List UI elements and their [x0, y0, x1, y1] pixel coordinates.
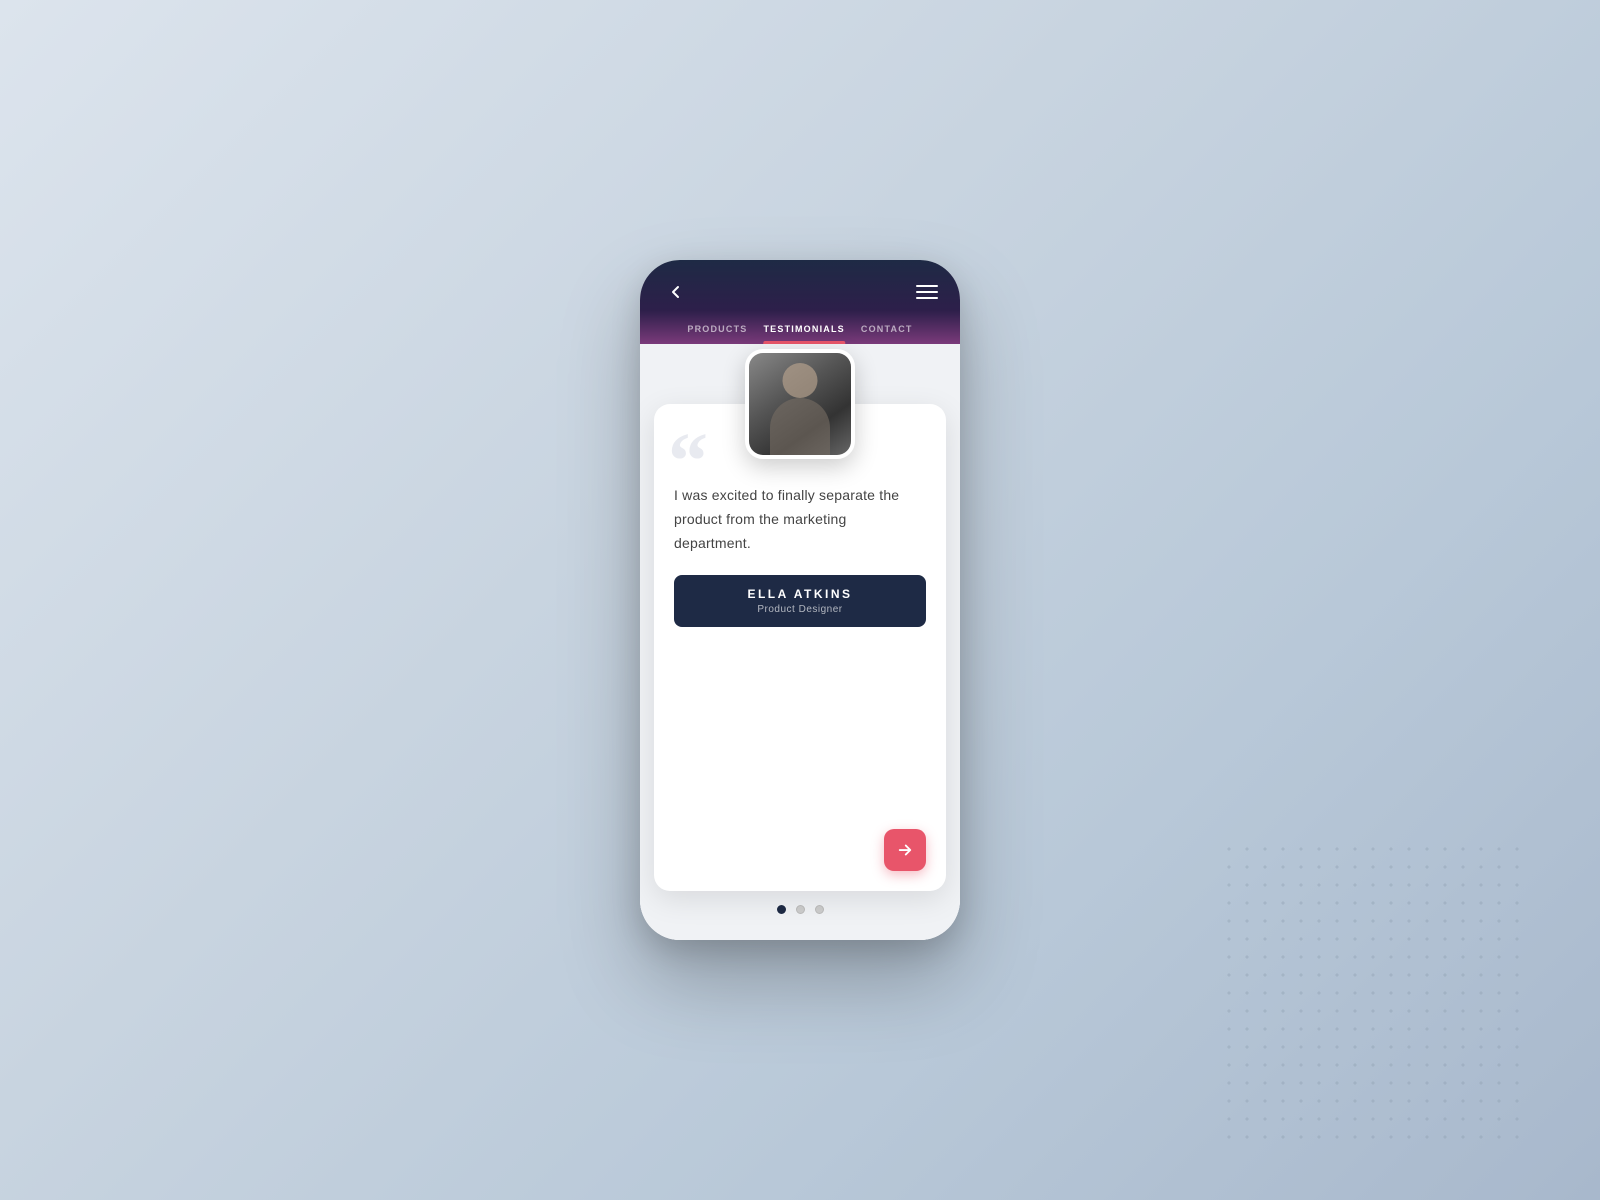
avatar-image	[749, 353, 851, 455]
menu-icon[interactable]	[916, 285, 938, 299]
decorative-dot-grid	[1220, 840, 1520, 1140]
tab-contact[interactable]: CONTACT	[861, 324, 913, 344]
testimonial-card: “ I was excited to finally separate the …	[654, 404, 946, 891]
back-button[interactable]	[662, 278, 690, 306]
top-bar	[662, 278, 938, 306]
dot-1[interactable]	[777, 905, 786, 914]
nav-tabs: PRODUCTS TESTIMONIALS CONTACT	[662, 324, 938, 344]
testimonial-name: ELLA ATKINS	[690, 587, 910, 601]
testimonial-title: Product Designer	[690, 604, 910, 615]
phone-shell: PRODUCTS TESTIMONIALS CONTACT “ I was ex…	[640, 260, 960, 940]
tab-testimonials[interactable]: TESTIMONIALS	[763, 324, 844, 344]
avatar-wrapper	[745, 349, 855, 459]
phone-body: “ I was excited to finally separate the …	[640, 344, 960, 940]
tab-products[interactable]: PRODUCTS	[687, 324, 747, 344]
dot-3[interactable]	[815, 905, 824, 914]
pagination-dots	[777, 891, 824, 924]
name-badge: ELLA ATKINS Product Designer	[674, 575, 926, 627]
dot-2[interactable]	[796, 905, 805, 914]
next-button[interactable]	[884, 829, 926, 871]
quote-text: I was excited to finally separate the pr…	[674, 484, 926, 555]
phone-header: PRODUCTS TESTIMONIALS CONTACT	[640, 260, 960, 344]
